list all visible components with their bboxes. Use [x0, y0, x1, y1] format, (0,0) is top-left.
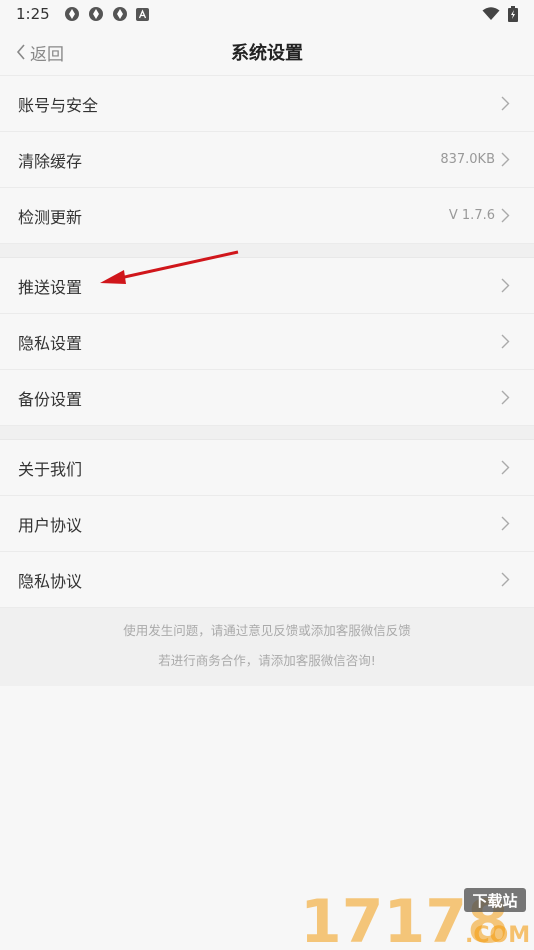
chevron-left-icon: [16, 44, 25, 60]
settings-row-account-security[interactable]: 账号与安全: [0, 76, 534, 132]
version-value: V 1.7.6: [448, 208, 495, 223]
section-divider: [0, 426, 534, 440]
row-label: 账号与安全: [18, 95, 99, 115]
annotation-arrow-icon: [100, 250, 239, 284]
back-label: 返回: [30, 44, 64, 65]
row-label: 检测更新: [18, 207, 83, 227]
settings-row-backup[interactable]: 备份设置: [0, 370, 534, 426]
settings-row-about-us[interactable]: 关于我们: [0, 440, 534, 496]
battery-icon: [508, 6, 518, 22]
status-right: [482, 6, 518, 22]
settings-row-check-update[interactable]: 检测更新 V 1.7.6: [0, 188, 534, 244]
row-right: V 1.7.6: [449, 208, 510, 223]
row-label: 推送设置: [18, 277, 83, 297]
settings-row-privacy-agreement[interactable]: 隐私协议: [0, 552, 534, 608]
settings-row-push[interactable]: 推送设置: [0, 258, 534, 314]
back-button[interactable]: 返回: [16, 28, 64, 76]
watermark-domain: .COM: [465, 923, 530, 948]
chevron-right-icon: [501, 208, 510, 223]
notification-app-icon: [112, 7, 127, 21]
cache-size-value: 837.0KB: [440, 152, 495, 167]
chevron-right-icon: [501, 152, 510, 167]
watermark-tag: 下载站: [472, 892, 517, 910]
chevron-right-icon: [501, 572, 510, 587]
page-title: 系统设置: [231, 42, 303, 64]
row-label: 隐私协议: [18, 571, 83, 591]
row-label: 清除缓存: [18, 151, 83, 171]
chevron-right-icon: [501, 96, 510, 111]
status-time: 1:25: [16, 5, 50, 23]
row-right: [501, 460, 510, 475]
status-left: 1:25: [16, 5, 149, 23]
row-right: [501, 334, 510, 349]
wifi-icon: [482, 7, 500, 20]
row-right: 837.0KB: [440, 152, 510, 167]
nav-bar: 返回 系统设置: [0, 28, 534, 76]
footer-line-business: 若进行商务合作，请添加客服微信咨询!: [158, 653, 376, 668]
settings-row-clear-cache[interactable]: 清除缓存 837.0KB: [0, 132, 534, 188]
notification-app-icon: [88, 7, 103, 21]
row-right: [501, 278, 510, 293]
row-label: 用户协议: [18, 515, 83, 535]
notification-a-icon: [135, 7, 149, 21]
settings-row-privacy[interactable]: 隐私设置: [0, 314, 534, 370]
row-right: [501, 390, 510, 405]
row-right: [501, 572, 510, 587]
settings-group-account: 账号与安全 清除缓存 837.0KB 检测更新 V 1.7.6: [0, 76, 534, 244]
status-bar: 1:25: [0, 0, 534, 28]
row-label: 备份设置: [18, 389, 83, 409]
footer-notice: 使用发生问题，请通过意见反馈或添加客服微信反馈 若进行商务合作，请添加客服微信咨…: [0, 608, 534, 686]
settings-group-about: 关于我们 用户协议 隐私协议: [0, 440, 534, 608]
row-label: 关于我们: [18, 459, 83, 479]
row-right: [501, 516, 510, 531]
watermark-logo: 17178 下载站 .COM: [300, 887, 530, 948]
chevron-right-icon: [501, 334, 510, 349]
chevron-right-icon: [501, 278, 510, 293]
notification-app-icon: [64, 7, 79, 21]
chevron-right-icon: [501, 460, 510, 475]
chevron-right-icon: [501, 390, 510, 405]
footer-line-feedback: 使用发生问题，请通过意见反馈或添加客服微信反馈: [123, 623, 411, 638]
section-divider: [0, 244, 534, 258]
row-label: 隐私设置: [18, 333, 83, 353]
row-right: [495, 96, 510, 111]
chevron-right-icon: [501, 516, 510, 531]
settings-group-preferences: 推送设置 隐私设置 备份设置: [0, 258, 534, 426]
settings-row-user-agreement[interactable]: 用户协议: [0, 496, 534, 552]
